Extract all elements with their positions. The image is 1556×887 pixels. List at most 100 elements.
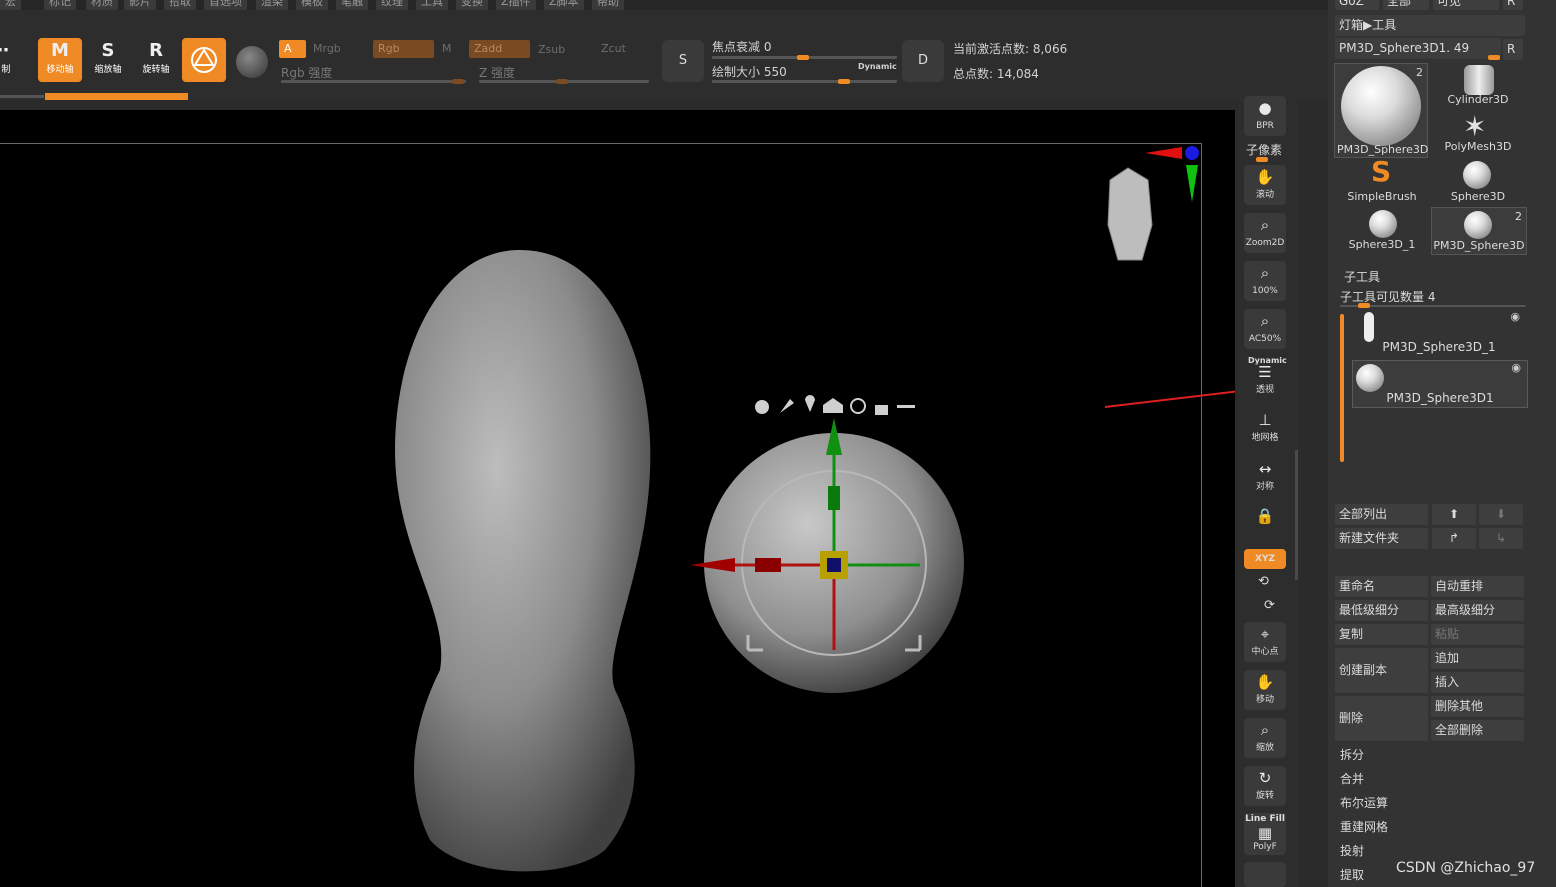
rgb-toggle[interactable]: Rgb	[373, 40, 434, 58]
merge-menu[interactable]: 合并	[1340, 770, 1364, 787]
menu-item[interactable]: 笔触	[336, 0, 368, 10]
tool-thumb[interactable]: ✶ PolyMesh3D	[1431, 110, 1525, 155]
move-down-icon[interactable]: ⬇	[1479, 504, 1523, 525]
navigation-head-icon[interactable]	[1107, 167, 1153, 261]
m-toggle[interactable]: M	[437, 40, 462, 58]
subtool-item[interactable]: ◉ PM3D_Sphere3D_1	[1352, 310, 1526, 356]
subtool-item-selected[interactable]: ◉ PM3D_Sphere3D1	[1352, 360, 1528, 408]
reset-icon[interactable]	[850, 398, 866, 414]
subtool-scrollbar[interactable]	[1340, 314, 1344, 462]
paste-button[interactable]: 粘贴	[1431, 624, 1524, 645]
floor-button[interactable]: ⊥ 地网格	[1244, 408, 1286, 448]
rotate-axis-button[interactable]: R 旋转轴	[134, 38, 178, 82]
list-all-button[interactable]: 全部列出	[1335, 504, 1428, 525]
ac50-button[interactable]: ⌕ AC50%	[1244, 309, 1286, 349]
bpr-button[interactable]: ● BPR	[1244, 96, 1286, 136]
project-menu[interactable]: 投射	[1340, 842, 1364, 859]
boolean-menu[interactable]: 布尔运算	[1340, 794, 1388, 811]
all-button[interactable]: 全部	[1383, 0, 1429, 10]
material-sphere-icon[interactable]	[236, 46, 268, 78]
tool-thumb[interactable]: 2 PM3D_Sphere3D	[1431, 207, 1527, 255]
a-toggle[interactable]: A	[279, 40, 306, 58]
subpixel-knob[interactable]	[1256, 157, 1268, 162]
visible-count-knob[interactable]	[1358, 303, 1370, 308]
rgb-intensity-knob[interactable]	[452, 79, 464, 84]
subtool-title[interactable]: 子工具	[1344, 268, 1380, 285]
zoom100-button[interactable]: ⌕ 100%	[1244, 261, 1286, 301]
duplicate-button[interactable]: 创建副本	[1335, 648, 1428, 693]
gizmo-x-scale[interactable]	[755, 558, 781, 572]
lock-icon[interactable]	[875, 405, 888, 415]
zcut-toggle[interactable]: Zcut	[596, 40, 651, 58]
xyz-button[interactable]: XYZ	[1244, 549, 1286, 569]
zsub-toggle[interactable]: Zsub	[533, 41, 588, 59]
draw-button[interactable]: ⋯ 绘 制	[0, 38, 20, 82]
gear-icon[interactable]	[755, 400, 769, 414]
delete-button[interactable]: 删除	[1335, 696, 1428, 741]
eye-icon[interactable]: ◉	[1511, 361, 1521, 374]
menu-item[interactable]: 拾取	[164, 0, 196, 10]
rotate-view-button[interactable]: ↻ 旋转	[1244, 766, 1286, 806]
insert-button[interactable]: 插入	[1431, 672, 1524, 693]
rotate-z-icon[interactable]: ⟳	[1264, 598, 1275, 613]
menu-item[interactable]: 模板	[296, 0, 328, 10]
split-menu[interactable]: 拆分	[1340, 746, 1364, 763]
lowest-res-button[interactable]: 最低级细分	[1335, 600, 1428, 621]
current-tool-field[interactable]: PM3D_Sphere3D1. 49	[1335, 38, 1501, 59]
goz-button[interactable]: GoZ	[1335, 0, 1379, 10]
center-point-button[interactable]: ⌖ 中心点	[1244, 622, 1286, 662]
gizmo-center-core[interactable]	[827, 558, 841, 572]
tool-thumb[interactable]: Cylinder3D	[1431, 63, 1525, 108]
new-folder-button[interactable]: 新建文件夹	[1335, 528, 1428, 549]
symmetry-button[interactable]: ↔ 对称	[1244, 457, 1286, 497]
focal-shift-knob[interactable]	[797, 55, 809, 60]
zoom2d-button[interactable]: ⌕ Zoom2D	[1244, 213, 1286, 253]
scroll-button[interactable]: ✋ 滚动	[1244, 165, 1286, 205]
mrgb-toggle[interactable]: Mrgb	[308, 40, 363, 58]
lightbox-tools-button[interactable]: 灯箱▶工具	[1335, 15, 1525, 36]
draw-size-knob[interactable]	[838, 79, 850, 84]
peanut-mesh[interactable]	[395, 250, 651, 872]
shelf-scrollbar[interactable]	[1295, 450, 1298, 580]
menu-item[interactable]: 渲染	[256, 0, 288, 10]
delete-all-button[interactable]: 全部删除	[1431, 720, 1524, 741]
tool-knob[interactable]	[1488, 55, 1500, 60]
rename-button[interactable]: 重命名	[1335, 576, 1428, 597]
menu-item[interactable]: 纹理	[376, 0, 408, 10]
perspective-button[interactable]: ☰ 透视	[1244, 360, 1286, 400]
gizmo-button[interactable]	[182, 38, 226, 82]
menu-item[interactable]: 变换	[456, 0, 488, 10]
eye-icon[interactable]: ◉	[1510, 310, 1520, 323]
append-button[interactable]: 追加	[1431, 648, 1524, 669]
tool-thumb[interactable]: Sphere3D_1	[1335, 207, 1429, 253]
r-button[interactable]: R	[1503, 39, 1523, 60]
pin-icon[interactable]	[780, 399, 794, 413]
remesh-menu[interactable]: 重建网格	[1340, 818, 1388, 835]
gizmo-y-scale[interactable]	[828, 486, 840, 510]
location-icon[interactable]	[805, 395, 815, 412]
line-fill-button[interactable]: Line Fill ▦ PolyF	[1244, 813, 1286, 855]
highest-res-button[interactable]: 最高级细分	[1431, 600, 1524, 621]
d-brush-button[interactable]: D	[902, 40, 944, 82]
copy-button[interactable]: 复制	[1335, 624, 1428, 645]
extract-menu[interactable]: 提取	[1340, 866, 1364, 883]
visible-button[interactable]: 可见	[1433, 0, 1499, 10]
rotate-y-icon[interactable]: ⟲	[1258, 574, 1269, 589]
move-view-button[interactable]: ✋ 移动	[1244, 670, 1286, 710]
menu-item[interactable]: 宏	[0, 0, 21, 10]
lock-camera-button[interactable]: 🔒	[1244, 504, 1286, 544]
menu-item[interactable]: 帮助	[592, 0, 624, 10]
r-top-button[interactable]: R	[1503, 0, 1523, 10]
delete-other-button[interactable]: 删除其他	[1431, 696, 1524, 717]
rgb-intensity-slider[interactable]	[281, 80, 466, 83]
menu-item[interactable]: Z脚本	[544, 0, 584, 10]
transp-button[interactable]	[1244, 862, 1286, 887]
menu-item[interactable]: 标记	[44, 0, 76, 10]
menu-item[interactable]: 材质	[86, 0, 118, 10]
arrow-down-right-icon[interactable]: ↳	[1479, 528, 1523, 549]
gizmo-toolbar[interactable]	[755, 395, 915, 415]
scale-axis-button[interactable]: S 缩放轴	[86, 38, 130, 82]
menu-item[interactable]: 影片	[124, 0, 156, 10]
scale-view-button[interactable]: ⌕ 缩放	[1244, 718, 1286, 758]
move-up-icon[interactable]: ⬆	[1432, 504, 1476, 525]
